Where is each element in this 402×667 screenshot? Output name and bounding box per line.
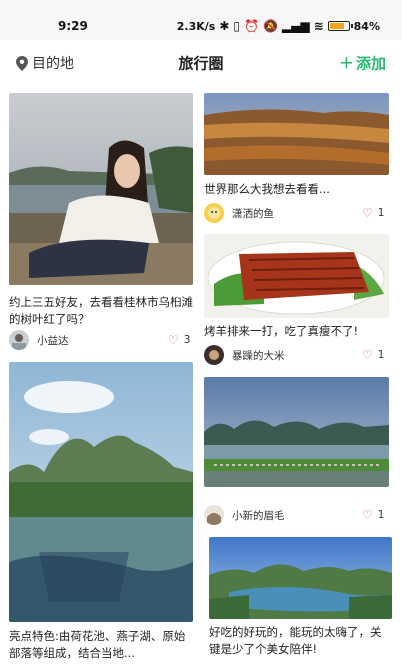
post-image-karst-river[interactable] (204, 377, 389, 487)
author-name: 小益达 (37, 334, 69, 347)
wifi-icon: ≋ (313, 19, 324, 33)
battery-level (329, 23, 344, 29)
add-button[interactable]: + 添加 (339, 53, 386, 74)
post-author-3[interactable]: 暴躁的大米 (204, 345, 285, 365)
like-count: 3 (183, 334, 191, 346)
author-name: 暴躁的大米 (232, 349, 285, 362)
heart-icon: ♡ (362, 206, 373, 220)
heart-icon: ♡ (362, 508, 373, 522)
post-image-mountain-lake[interactable] (209, 537, 392, 619)
status-time: 9:29 (58, 19, 88, 33)
vibrate-icon: ▯ (233, 19, 240, 33)
battery-icon (327, 21, 353, 31)
post-title-5[interactable]: 好吃的好玩的，能玩的太嗨了，关键是少了个美女陪伴! (209, 624, 392, 658)
signal-icon: ▂▄▆ (281, 19, 310, 33)
plus-icon: + (338, 52, 354, 73)
add-label: 添加 (355, 54, 386, 73)
mute-icon: 🔕 (262, 19, 278, 33)
network-speed: 2.3K/s (176, 19, 216, 33)
battery-percent: 84% (353, 19, 380, 33)
heart-icon: ♡ (168, 333, 179, 347)
like-button-0[interactable]: ♡ 3 (168, 334, 190, 346)
status-bar: 9:29 2.3K/s ✱ ▯ ⏰ 🔕 ▂▄▆ ≋ 84% (0, 0, 402, 40)
like-button-4[interactable]: ♡ 1 (362, 509, 384, 521)
post-author-2[interactable]: 潇洒的鱼 (204, 203, 274, 223)
author-name: 小新的眉毛 (232, 509, 285, 522)
post-image-karst-mountains[interactable] (9, 362, 193, 622)
post-title-0[interactable]: 约上三五好友，去看看桂林市乌桕滩的树叶红了吗？ (9, 294, 193, 328)
avatar (9, 330, 29, 350)
post-image-lamb-ribs[interactable] (204, 234, 389, 318)
bluetooth-icon: ✱ (219, 19, 230, 33)
post-author-0[interactable]: 小益达 (9, 330, 69, 350)
like-button-2[interactable]: ♡ 1 (362, 207, 384, 219)
like-count: 1 (377, 349, 385, 361)
post-image-terraced-fields[interactable] (204, 93, 389, 175)
avatar (204, 345, 224, 365)
heart-icon: ♡ (362, 348, 373, 362)
author-name: 潇洒的鱼 (232, 207, 274, 220)
alarm-icon: ⏰ (244, 19, 259, 33)
post-title-3[interactable]: 烤羊排来一打，吃了真瘦不了! (204, 323, 389, 341)
avatar (204, 505, 224, 525)
post-title-1[interactable]: 亮点特色:由荷花池、燕子湖、原始部落等组成，结合当地... (9, 628, 193, 662)
nav-bar: 目的地 旅行圈 + 添加 (0, 46, 402, 80)
post-image-girl-riverbank[interactable] (9, 93, 193, 285)
avatar (204, 203, 224, 223)
post-title-2[interactable]: 世界那么大我想去看看... (204, 181, 389, 199)
post-author-4[interactable]: 小新的眉毛 (204, 505, 285, 525)
like-count: 1 (377, 509, 385, 521)
like-button-3[interactable]: ♡ 1 (362, 349, 384, 361)
status-icons: 2.3K/s ✱ ▯ ⏰ 🔕 ▂▄▆ ≋ 84% (177, 19, 380, 33)
like-count: 1 (377, 207, 385, 219)
